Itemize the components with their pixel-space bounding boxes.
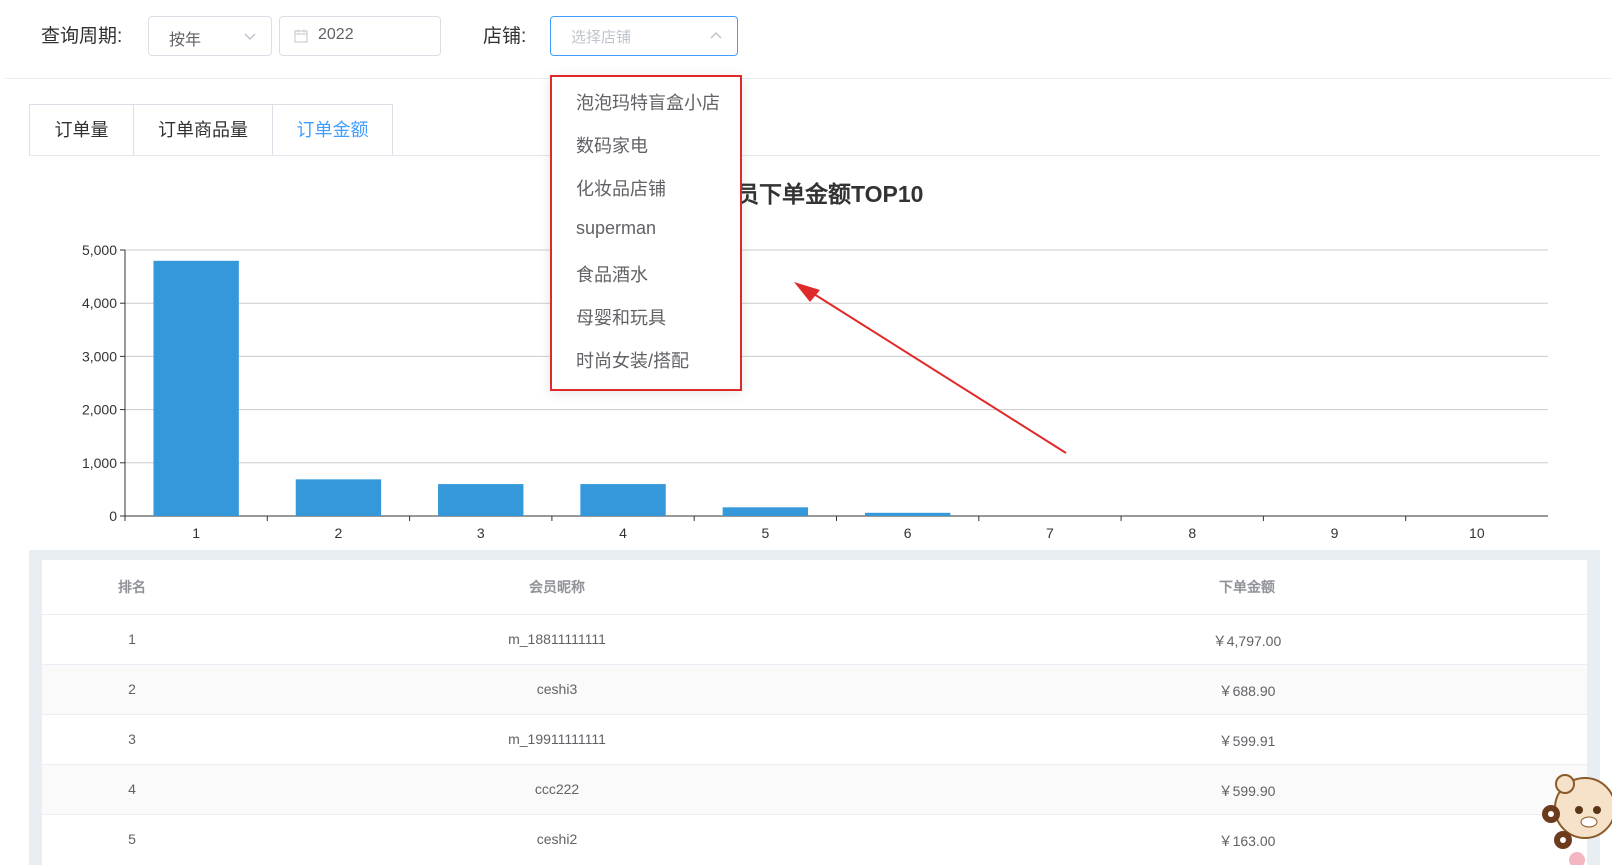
store-option[interactable]: 食品酒水 (576, 261, 648, 287)
tab-order-items[interactable]: 订单商品量 (133, 104, 273, 156)
period-select-value: 按年 (169, 32, 202, 49)
store-option[interactable]: 母婴和玩具 (576, 304, 666, 330)
bar (438, 484, 524, 516)
x-tick-label: 9 (1331, 525, 1339, 541)
amount-cell: ￥4,797.00 (1212, 633, 1282, 649)
tab-order-amount[interactable]: 订单金额 (272, 104, 393, 156)
x-tick-label: 8 (1188, 525, 1196, 541)
store-option[interactable]: 泡泡玛特盲盒小店 (576, 89, 720, 115)
x-tick-label: 2 (335, 525, 343, 541)
y-tick-label: 1,000 (82, 455, 117, 471)
rank-cell: 2 (128, 681, 136, 697)
nickname-cell: m_19911111111 (508, 731, 606, 747)
amount-cell: ￥688.90 (1218, 683, 1276, 699)
x-tick-label: 1 (192, 525, 200, 541)
rank-cell: 3 (128, 731, 136, 747)
store-label: 店铺: (483, 26, 527, 47)
store-option[interactable]: 男女鞋装 (576, 390, 648, 391)
store-select-placeholder: 选择店铺 (571, 29, 632, 46)
header-divider (5, 78, 1612, 79)
chart-title: 员下单金额TOP10 (736, 181, 924, 207)
calendar-icon (294, 29, 308, 43)
amount-cell: ￥163.00 (1218, 833, 1276, 849)
tab-order-count[interactable]: 订单量 (29, 104, 134, 156)
nickname-cell: m_18811111111 (508, 631, 606, 647)
year-picker[interactable]: 2022 (279, 16, 441, 56)
rank-cell: 5 (128, 831, 136, 847)
chevron-up-icon (710, 31, 722, 39)
bar (153, 260, 239, 516)
table-row: 4 ccc222 ￥599.90 (42, 764, 1587, 814)
x-tick-label: 6 (904, 525, 912, 541)
bar (864, 512, 951, 516)
chevron-down-icon (244, 33, 256, 41)
x-tick-label: 3 (477, 525, 485, 541)
rank-cell: 4 (128, 781, 136, 797)
tab-underline (29, 155, 1600, 156)
period-select[interactable]: 按年 (148, 16, 272, 56)
table-row: 3 m_19911111111 ￥599.91 (42, 714, 1587, 764)
amount-cell: ￥599.91 (1218, 733, 1276, 749)
y-tick-label: 0 (109, 508, 117, 524)
table-row: 5 ceshi2 ￥163.00 (42, 814, 1587, 864)
amount-cell: ￥599.90 (1218, 783, 1276, 799)
table-row: 2 ceshi3 ￥688.90 (42, 664, 1587, 714)
ranking-table: 排名 会员昵称 下单金额 1 m_18811111111 ￥4,797.00 2 ces… (42, 560, 1587, 865)
bar (295, 479, 382, 516)
store-option[interactable]: 时尚女装/搭配 (576, 347, 689, 373)
nickname-cell: ceshi3 (536, 681, 578, 697)
y-tick-label: 3,000 (82, 348, 117, 364)
y-tick-label: 4,000 (82, 295, 117, 311)
header-rank: 排名 (118, 579, 146, 595)
store-option[interactable]: superman (576, 218, 656, 239)
nickname-cell: ceshi2 (536, 831, 578, 847)
bar (722, 507, 809, 516)
year-value: 2022 (318, 26, 354, 43)
annotation-arrow (794, 282, 1067, 454)
rank-cell: 1 (128, 631, 136, 647)
nickname-cell: ccc222 (534, 781, 580, 797)
y-tick-label: 2,000 (82, 402, 117, 418)
store-option[interactable]: 数码家电 (576, 132, 648, 158)
header-amount: 下单金额 (1219, 579, 1275, 595)
x-tick-label: 4 (619, 525, 627, 541)
store-option[interactable]: 化妆品店铺 (576, 175, 666, 201)
store-select[interactable]: 选择店铺 (550, 16, 738, 56)
store-dropdown: 泡泡玛特盲盒小店 数码家电化妆品店铺 superman 食品酒水母婴和玩具时尚女装/搭… (550, 75, 742, 391)
y-tick-label: 5,000 (82, 242, 117, 258)
mascot-bear-icon (1542, 774, 1612, 865)
bar (580, 484, 666, 516)
period-label: 查询周期: (41, 26, 123, 47)
header-nickname: 会员昵称 (529, 579, 585, 595)
table-row: 1 m_18811111111 ￥4,797.00 (42, 614, 1587, 664)
x-tick-label: 5 (761, 525, 769, 541)
x-tick-label: 7 (1046, 525, 1054, 541)
x-tick-label: 10 (1469, 525, 1485, 541)
